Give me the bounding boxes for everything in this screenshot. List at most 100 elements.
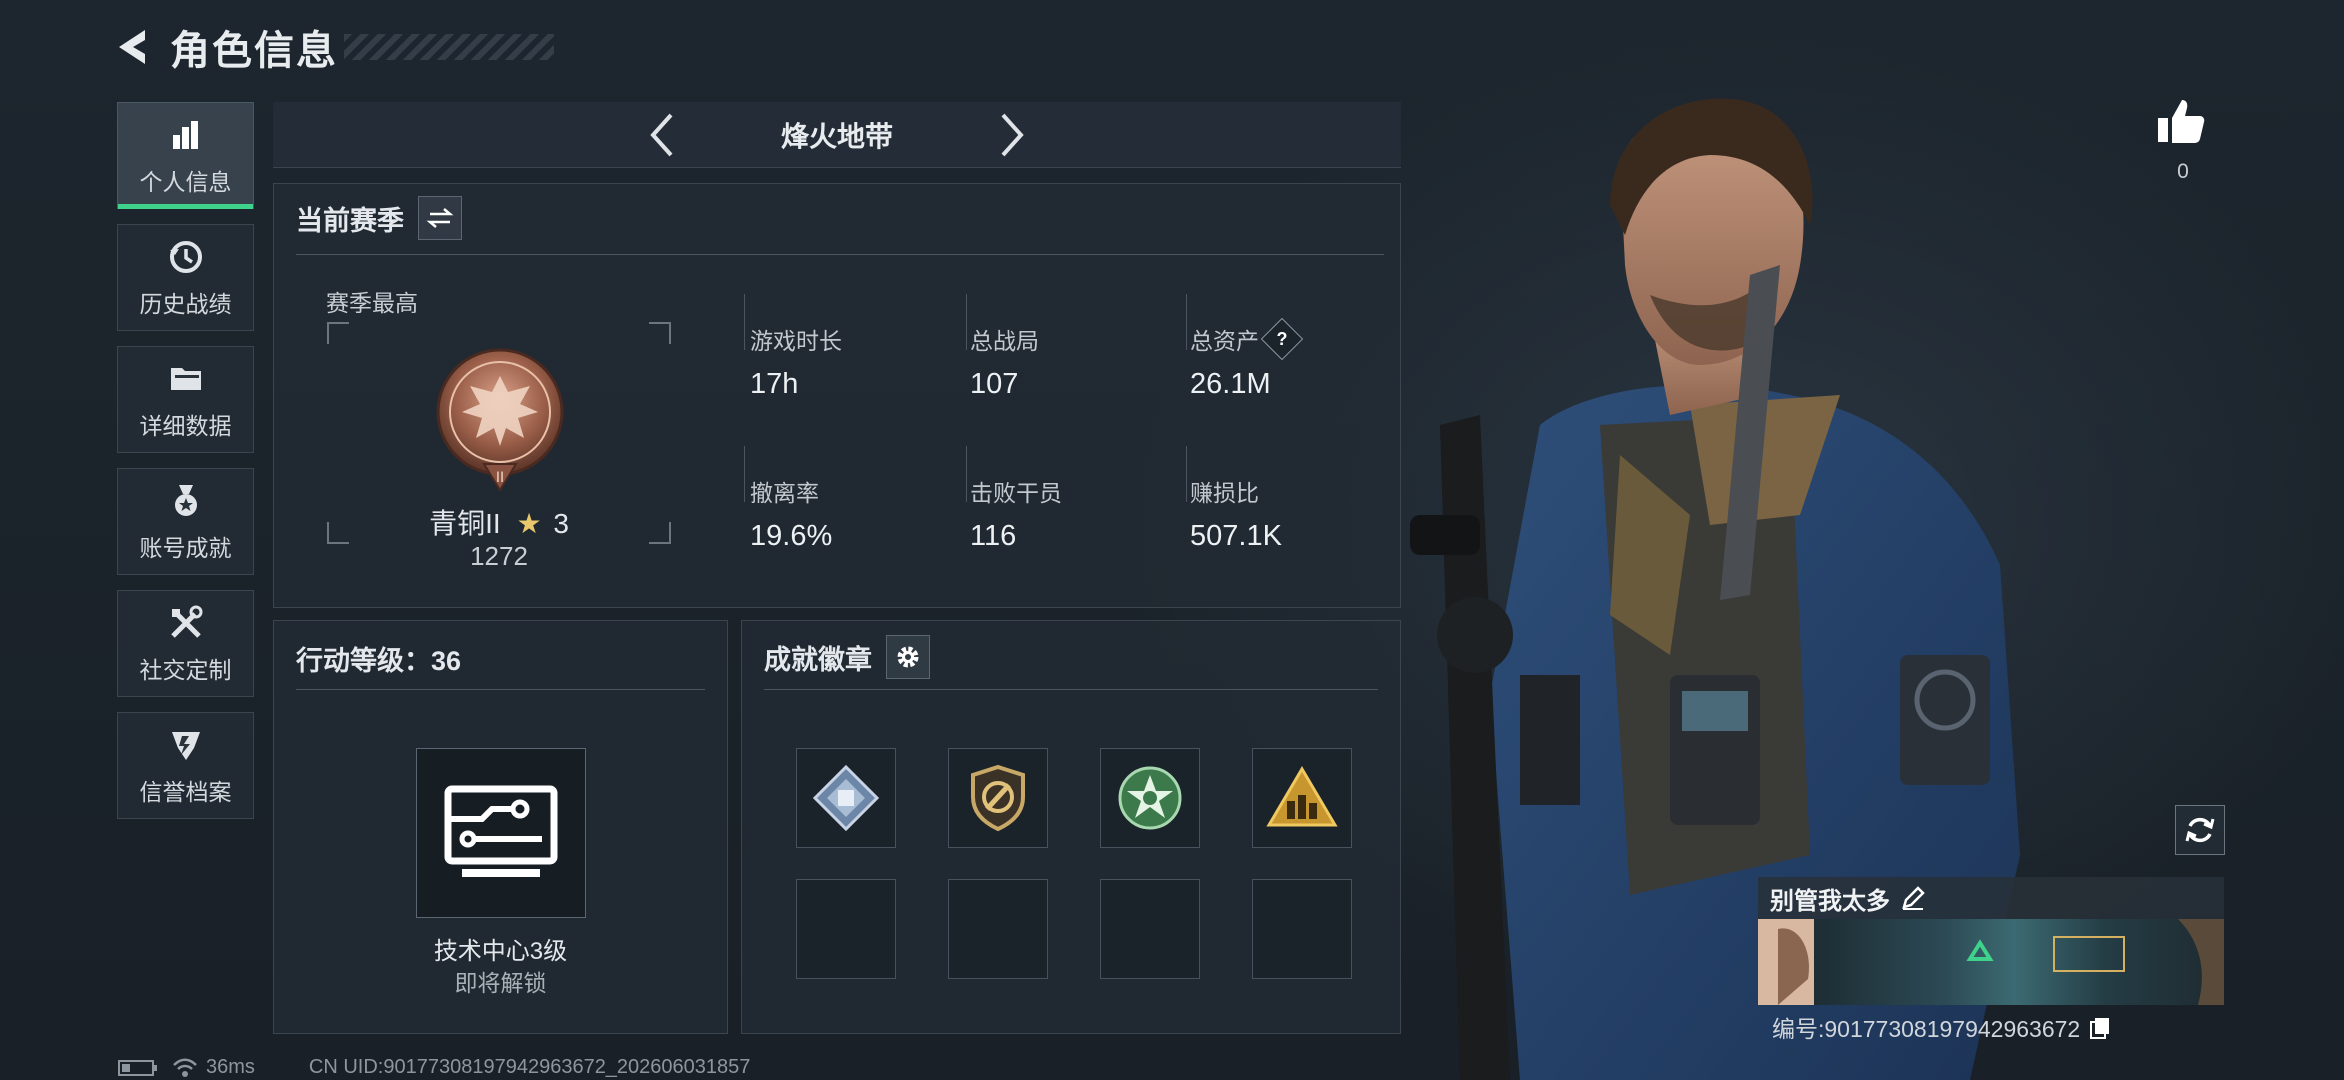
unlock-title: 技术中心3级 [433, 938, 568, 965]
badge-slot-empty[interactable] [1252, 879, 1352, 979]
badge-triangle-icon [1266, 766, 1338, 827]
unlock-preview[interactable] [416, 748, 586, 918]
badge-slot[interactable] [948, 748, 1048, 848]
nav-item-credit-record[interactable]: 信誉档案 [117, 712, 254, 819]
nav-label: 详细数据 [139, 412, 232, 439]
stat-label: 总资产 [1190, 328, 1259, 354]
refresh-button[interactable] [2175, 805, 2225, 855]
mode-title: 烽火地带 [780, 120, 893, 152]
stat-divider [744, 446, 745, 502]
stat-play-time: 游戏时长 17h [750, 322, 842, 401]
nav-item-achievements[interactable]: 账号成就 [117, 468, 254, 575]
badge-slot[interactable] [1100, 748, 1200, 848]
gear-icon [897, 646, 919, 668]
divider [296, 689, 705, 690]
tools-icon [166, 603, 206, 643]
rank-name-row: 青铜II ★ 3 [327, 502, 671, 542]
badge-slot[interactable] [796, 748, 896, 848]
stat-label: 赚损比 [1190, 480, 1259, 506]
divider [764, 689, 1378, 690]
stat-divider [966, 446, 967, 502]
stat-divider [744, 294, 745, 350]
stat-total-assets: 总资产 ? 26.1M [1190, 317, 1304, 401]
season-title: 当前赛季 [296, 205, 404, 236]
season-header: 当前赛季 [296, 196, 462, 240]
divider [296, 254, 1384, 255]
page-header: 角色信息 [110, 22, 554, 73]
rank-name: 青铜II [429, 508, 501, 539]
bronze-rank-emblem-icon: II [436, 348, 564, 492]
page-title: 角色信息 [170, 29, 338, 73]
player-id: 编号:9017730819794296367​2 [1772, 1016, 2081, 1042]
copy-icon[interactable] [2088, 1015, 2112, 1039]
nav-item-history[interactable]: 历史战绩 [117, 224, 254, 331]
action-level-panel: 行动等级：36 技术中心3级 即将解锁 [273, 620, 728, 1034]
badge-slot-empty[interactable] [796, 879, 896, 979]
network-indicator: 36ms [172, 1056, 255, 1079]
badge-slot-empty[interactable] [948, 879, 1048, 979]
player-name-card: 别管我太多 [1758, 877, 2224, 1005]
battery-indicator [118, 1058, 158, 1078]
help-button[interactable]: ? [1260, 317, 1304, 361]
profile-banner-image[interactable] [1758, 919, 2224, 1005]
stat-label: 撤离率 [750, 480, 819, 506]
badges-header: 成就徽章 [764, 635, 930, 679]
badge-slot-empty[interactable] [1100, 879, 1200, 979]
wifi-icon [173, 1058, 197, 1077]
nav-label: 社交定制 [139, 656, 232, 683]
tech-center-icon [444, 785, 558, 877]
name-row: 别管我太多 [1758, 877, 2224, 919]
folder-icon [166, 359, 206, 399]
stat-operators-defeated: 击败干员 116 [970, 474, 1062, 553]
refresh-icon [2185, 817, 2215, 843]
stat-value: 107 [970, 368, 1019, 400]
unlock-subtitle: 即将解锁 [454, 970, 547, 996]
banner-artwork [1758, 919, 2224, 1005]
badge-slot[interactable] [1252, 748, 1352, 848]
title-decoration [344, 34, 554, 60]
battery-icon [118, 1059, 157, 1076]
mode-prev-button[interactable] [632, 105, 692, 165]
rank-score: 1272 [470, 541, 528, 571]
like-count: 0 [2177, 160, 2189, 183]
svg-text:II: II [496, 470, 504, 486]
stat-divider [966, 294, 967, 350]
stat-extract-rate: 撤离率 19.6% [750, 474, 832, 553]
nav-item-social-custom[interactable]: 社交定制 [117, 590, 254, 697]
stat-value: 19.6% [750, 520, 833, 552]
level-title: 行动等级：36 [296, 646, 462, 676]
back-arrow-icon [119, 30, 145, 64]
season-switch-button[interactable] [418, 196, 462, 240]
nav-item-personal-info[interactable]: 个人信息 [117, 102, 254, 209]
stat-value: 507.1K [1190, 520, 1282, 552]
medal-icon [166, 481, 206, 521]
achievement-badges-panel: 成就徽章 [741, 620, 1401, 1034]
level-header: 行动等级：36 [296, 639, 461, 678]
uid-text: CN UID:9017730819794296367​2_20260603185… [308, 1056, 751, 1078]
rank-star-icon: ★ [516, 508, 542, 539]
back-button[interactable] [110, 23, 158, 71]
ping-value: 36ms [206, 1056, 255, 1078]
edit-pencil-icon[interactable] [1900, 885, 1926, 911]
stat-divider [1186, 294, 1187, 350]
stat-value: 17h [750, 368, 799, 400]
badge-shield-icon [971, 764, 1025, 832]
season-panel: 当前赛季 赛季最高 II 青铜II ★ 3 1272 游戏时长 17h 总战局 … [273, 183, 1401, 608]
stat-value: 116 [970, 520, 1017, 552]
stat-total-matches: 总战局 107 [970, 322, 1039, 401]
help-icon: ? [1276, 328, 1288, 349]
season-best-label: 赛季最高 [326, 290, 418, 316]
like-button[interactable] [2155, 96, 2211, 152]
nav-item-detailed-data[interactable]: 详细数据 [117, 346, 254, 453]
nav-label: 历史战绩 [139, 290, 232, 317]
player-id-row: 编号:9017730819794296367​2 [1772, 1010, 2112, 1044]
nav-label: 账号成就 [139, 534, 232, 561]
mode-next-button[interactable] [982, 105, 1042, 165]
frame-corner [649, 322, 671, 344]
badge-star-icon [1118, 766, 1182, 830]
badge-settings-button[interactable] [886, 635, 930, 679]
player-name: 别管我太多 [1770, 887, 1890, 915]
bar-chart-icon [166, 115, 206, 155]
stat-label-row: 总资产 ? [1190, 317, 1304, 361]
frame-corner [327, 322, 349, 344]
